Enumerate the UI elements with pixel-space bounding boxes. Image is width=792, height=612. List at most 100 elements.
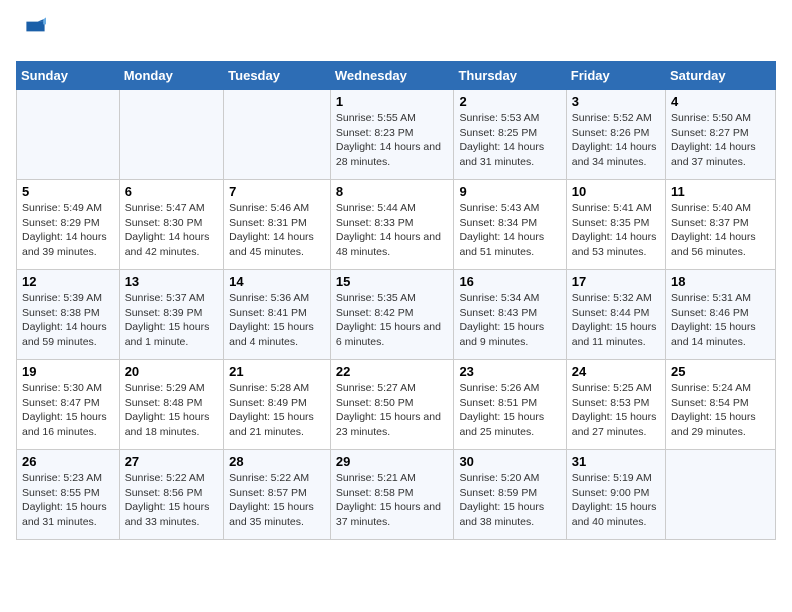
day-info: Sunrise: 5:40 AM Sunset: 8:37 PM Dayligh… — [671, 201, 770, 260]
col-header-tuesday: Tuesday — [224, 62, 331, 90]
calendar-week-2: 5 Sunrise: 5:49 AM Sunset: 8:29 PM Daylig… — [17, 180, 776, 270]
day-number: 9 — [459, 184, 560, 199]
calendar-cell: 2 Sunrise: 5:53 AM Sunset: 8:25 PM Daylig… — [454, 90, 566, 180]
day-number: 25 — [671, 364, 770, 379]
calendar-cell — [119, 90, 223, 180]
calendar-week-4: 19 Sunrise: 5:30 AM Sunset: 8:47 PM Dayli… — [17, 360, 776, 450]
col-header-saturday: Saturday — [666, 62, 776, 90]
logo — [16, 16, 46, 49]
day-number: 16 — [459, 274, 560, 289]
day-info: Sunrise: 5:53 AM Sunset: 8:25 PM Dayligh… — [459, 111, 560, 170]
calendar-week-3: 12 Sunrise: 5:39 AM Sunset: 8:38 PM Dayli… — [17, 270, 776, 360]
day-number: 10 — [572, 184, 660, 199]
day-info: Sunrise: 5:30 AM Sunset: 8:47 PM Dayligh… — [22, 381, 114, 440]
calendar-header-row: SundayMondayTuesdayWednesdayThursdayFrid… — [17, 62, 776, 90]
col-header-friday: Friday — [566, 62, 665, 90]
day-info: Sunrise: 5:55 AM Sunset: 8:23 PM Dayligh… — [336, 111, 449, 170]
page-header — [16, 16, 776, 49]
day-number: 29 — [336, 454, 449, 469]
calendar-week-5: 26 Sunrise: 5:23 AM Sunset: 8:55 PM Dayli… — [17, 450, 776, 540]
day-number: 6 — [125, 184, 218, 199]
day-info: Sunrise: 5:47 AM Sunset: 8:30 PM Dayligh… — [125, 201, 218, 260]
calendar-cell: 21 Sunrise: 5:28 AM Sunset: 8:49 PM Dayli… — [224, 360, 331, 450]
calendar-cell: 16 Sunrise: 5:34 AM Sunset: 8:43 PM Dayli… — [454, 270, 566, 360]
day-number: 5 — [22, 184, 114, 199]
calendar-cell: 4Sunrise: 5:50 AM Sunset: 8:27 PM Daylig… — [666, 90, 776, 180]
day-info: Sunrise: 5:19 AM Sunset: 9:00 PM Dayligh… — [572, 471, 660, 530]
day-number: 20 — [125, 364, 218, 379]
logo-icon — [18, 16, 46, 44]
day-info: Sunrise: 5:26 AM Sunset: 8:51 PM Dayligh… — [459, 381, 560, 440]
col-header-thursday: Thursday — [454, 62, 566, 90]
calendar-cell: 15 Sunrise: 5:35 AM Sunset: 8:42 PM Dayli… — [330, 270, 454, 360]
calendar-cell — [666, 450, 776, 540]
day-number: 11 — [671, 184, 770, 199]
day-number: 22 — [336, 364, 449, 379]
day-number: 21 — [229, 364, 325, 379]
day-info: Sunrise: 5:27 AM Sunset: 8:50 PM Dayligh… — [336, 381, 449, 440]
calendar-cell: 26 Sunrise: 5:23 AM Sunset: 8:55 PM Dayli… — [17, 450, 120, 540]
calendar-cell: 10 Sunrise: 5:41 AM Sunset: 8:35 PM Dayli… — [566, 180, 665, 270]
day-number: 19 — [22, 364, 114, 379]
calendar-cell: 9 Sunrise: 5:43 AM Sunset: 8:34 PM Daylig… — [454, 180, 566, 270]
day-info: Sunrise: 5:43 AM Sunset: 8:34 PM Dayligh… — [459, 201, 560, 260]
day-info: Sunrise: 5:32 AM Sunset: 8:44 PM Dayligh… — [572, 291, 660, 350]
calendar-week-1: 1 Sunrise: 5:55 AM Sunset: 8:23 PM Daylig… — [17, 90, 776, 180]
calendar-cell: 6 Sunrise: 5:47 AM Sunset: 8:30 PM Daylig… — [119, 180, 223, 270]
calendar-cell: 30 Sunrise: 5:20 AM Sunset: 8:59 PM Dayli… — [454, 450, 566, 540]
day-info: Sunrise: 5:49 AM Sunset: 8:29 PM Dayligh… — [22, 201, 114, 260]
calendar-cell: 20Sunrise: 5:29 AM Sunset: 8:48 PM Dayli… — [119, 360, 223, 450]
day-number: 2 — [459, 94, 560, 109]
col-header-wednesday: Wednesday — [330, 62, 454, 90]
day-number: 30 — [459, 454, 560, 469]
day-number: 18 — [671, 274, 770, 289]
calendar-cell: 22 Sunrise: 5:27 AM Sunset: 8:50 PM Dayli… — [330, 360, 454, 450]
day-number: 15 — [336, 274, 449, 289]
calendar-cell: 11 Sunrise: 5:40 AM Sunset: 8:37 PM Dayli… — [666, 180, 776, 270]
day-info: Sunrise: 5:37 AM Sunset: 8:39 PM Dayligh… — [125, 291, 218, 350]
calendar-cell: 19 Sunrise: 5:30 AM Sunset: 8:47 PM Dayli… — [17, 360, 120, 450]
day-number: 17 — [572, 274, 660, 289]
calendar-cell: 3 Sunrise: 5:52 AM Sunset: 8:26 PM Daylig… — [566, 90, 665, 180]
calendar-cell: 7 Sunrise: 5:46 AM Sunset: 8:31 PM Daylig… — [224, 180, 331, 270]
day-info: Sunrise: 5:34 AM Sunset: 8:43 PM Dayligh… — [459, 291, 560, 350]
day-number: 1 — [336, 94, 449, 109]
day-info: Sunrise: 5:21 AM Sunset: 8:58 PM Dayligh… — [336, 471, 449, 530]
day-number: 31 — [572, 454, 660, 469]
day-number: 4 — [671, 94, 770, 109]
day-info: Sunrise: 5:46 AM Sunset: 8:31 PM Dayligh… — [229, 201, 325, 260]
calendar-cell: 18 Sunrise: 5:31 AM Sunset: 8:46 PM Dayli… — [666, 270, 776, 360]
day-info: Sunrise: 5:41 AM Sunset: 8:35 PM Dayligh… — [572, 201, 660, 260]
calendar-cell: 28Sunrise: 5:22 AM Sunset: 8:57 PM Dayli… — [224, 450, 331, 540]
day-number: 28 — [229, 454, 325, 469]
day-number: 12 — [22, 274, 114, 289]
day-info: Sunrise: 5:28 AM Sunset: 8:49 PM Dayligh… — [229, 381, 325, 440]
calendar-cell: 8Sunrise: 5:44 AM Sunset: 8:33 PM Daylig… — [330, 180, 454, 270]
calendar-cell: 23 Sunrise: 5:26 AM Sunset: 8:51 PM Dayli… — [454, 360, 566, 450]
day-number: 26 — [22, 454, 114, 469]
calendar-cell — [17, 90, 120, 180]
calendar-cell: 17 Sunrise: 5:32 AM Sunset: 8:44 PM Dayli… — [566, 270, 665, 360]
day-number: 23 — [459, 364, 560, 379]
day-number: 27 — [125, 454, 218, 469]
calendar-table: SundayMondayTuesdayWednesdayThursdayFrid… — [16, 61, 776, 540]
day-info: Sunrise: 5:22 AM Sunset: 8:56 PM Dayligh… — [125, 471, 218, 530]
day-info: Sunrise: 5:52 AM Sunset: 8:26 PM Dayligh… — [572, 111, 660, 170]
col-header-sunday: Sunday — [17, 62, 120, 90]
col-header-monday: Monday — [119, 62, 223, 90]
calendar-cell: 29 Sunrise: 5:21 AM Sunset: 8:58 PM Dayli… — [330, 450, 454, 540]
day-number: 3 — [572, 94, 660, 109]
day-info: Sunrise: 5:25 AM Sunset: 8:53 PM Dayligh… — [572, 381, 660, 440]
calendar-cell: 31 Sunrise: 5:19 AM Sunset: 9:00 PM Dayli… — [566, 450, 665, 540]
day-info: Sunrise: 5:44 AM Sunset: 8:33 PM Dayligh… — [336, 201, 449, 260]
calendar-cell: 14Sunrise: 5:36 AM Sunset: 8:41 PM Dayli… — [224, 270, 331, 360]
calendar-cell: 12 Sunrise: 5:39 AM Sunset: 8:38 PM Dayli… — [17, 270, 120, 360]
day-info: Sunrise: 5:20 AM Sunset: 8:59 PM Dayligh… — [459, 471, 560, 530]
calendar-cell: 25Sunrise: 5:24 AM Sunset: 8:54 PM Dayli… — [666, 360, 776, 450]
calendar-cell — [224, 90, 331, 180]
day-info: Sunrise: 5:39 AM Sunset: 8:38 PM Dayligh… — [22, 291, 114, 350]
day-info: Sunrise: 5:23 AM Sunset: 8:55 PM Dayligh… — [22, 471, 114, 530]
day-number: 7 — [229, 184, 325, 199]
day-info: Sunrise: 5:35 AM Sunset: 8:42 PM Dayligh… — [336, 291, 449, 350]
day-info: Sunrise: 5:31 AM Sunset: 8:46 PM Dayligh… — [671, 291, 770, 350]
